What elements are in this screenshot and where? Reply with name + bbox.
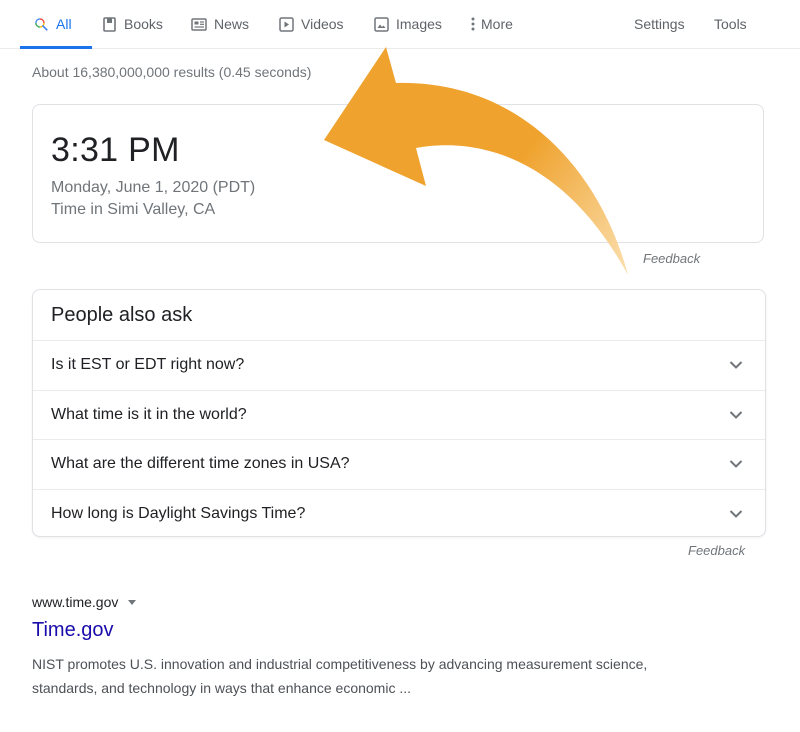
people-also-ask-panel: People also ask Is it EST or EDT right n… [32,289,766,537]
paa-question-text: How long is Daylight Savings Time? [51,504,306,522]
paa-question[interactable]: What time is it in the world? [33,389,765,440]
paa-question[interactable]: How long is Daylight Savings Time? [33,488,765,539]
tab-news[interactable]: News [191,0,249,48]
caret-down-icon[interactable] [128,599,137,605]
news-icon [191,16,207,32]
people-also-ask-title: People also ask [51,303,193,326]
image-icon [373,16,389,32]
book-icon [101,16,117,32]
time-card-feedback-link[interactable]: Feedback [643,251,700,266]
chevron-down-icon[interactable] [729,459,743,469]
more-vert-icon [470,16,476,32]
chevron-down-icon[interactable] [729,360,743,370]
video-play-icon [278,16,294,32]
paa-question-text: Is it EST or EDT right now? [51,356,245,374]
current-time: 3:31 PM [51,131,180,169]
result-url: www.time.gov [32,594,137,610]
chevron-down-icon[interactable] [729,509,743,519]
tab-books[interactable]: Books [101,0,163,48]
time-location: Time in Simi Valley, CA [51,201,216,218]
tab-all[interactable]: All [20,0,91,49]
paa-question[interactable]: What are the different time zones in USA… [33,439,765,489]
time-answer-card: 3:31 PM Monday, June 1, 2020 (PDT) Time … [32,104,764,243]
tab-books-label: Books [124,16,163,32]
tab-news-label: News [214,16,250,32]
tab-more[interactable]: More [470,0,513,48]
paa-question[interactable]: Is it EST or EDT right now? [33,340,765,390]
current-date: Monday, June 1, 2020 (PDT) [51,179,256,196]
result-stats: About 16,380,000,000 results (0.45 secon… [32,64,312,80]
tab-more-label: More [481,16,513,32]
result-snippet: NIST promotes U.S. innovation and indust… [32,656,648,696]
search-results-page: All Books News Videos Images More Settin… [0,0,800,732]
paa-question-text: What are the different time zones in USA… [51,455,350,473]
result-url-text: www.time.gov [32,594,119,610]
tab-videos[interactable]: Videos [278,0,344,48]
tab-images[interactable]: Images [373,0,442,48]
paa-question-text: What time is it in the world? [51,405,247,423]
search-icon [33,16,49,32]
search-tabs-bar: All Books News Videos Images More Settin… [0,0,800,49]
tools-label: Tools [714,16,747,32]
tab-all-label: All [56,16,72,32]
tools-link[interactable]: Tools [714,0,747,48]
settings-link[interactable]: Settings [634,0,685,48]
chevron-down-icon[interactable] [729,410,743,420]
result-title-link[interactable]: Time.gov [32,619,114,642]
settings-label: Settings [634,16,685,32]
tab-videos-label: Videos [301,16,344,32]
tab-images-label: Images [396,16,442,32]
paa-feedback-link[interactable]: Feedback [688,543,745,558]
